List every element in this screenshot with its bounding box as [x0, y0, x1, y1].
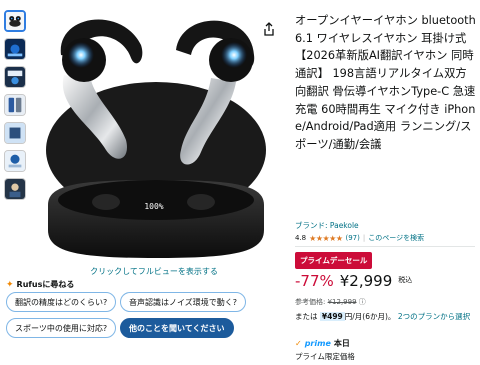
review-count-link[interactable]: (97) [346, 234, 360, 242]
share-icon[interactable] [263, 22, 275, 36]
discount-percent: -77% [295, 272, 334, 290]
prime-logo: prime [304, 339, 331, 348]
installment-info: または ¥499 円/月(6か月)。 2つのプランから選択 [295, 311, 477, 323]
delivery-day: 本日 [333, 339, 350, 348]
rufus-chip-accuracy[interactable]: 翻訳の精度はどのくらい? [6, 292, 117, 312]
ref-price-label: 参考価格: [295, 298, 326, 306]
installment-text: 円/月(6か月)。 [344, 312, 396, 321]
brand-link[interactable]: ブランド: Paekole [295, 220, 359, 231]
thumbnail-7[interactable] [4, 178, 26, 200]
thumbnail-2[interactable] [4, 38, 26, 60]
check-icon: ✓ [295, 339, 302, 348]
thumbnail-3[interactable] [4, 66, 26, 88]
thumbnail-strip [4, 10, 30, 206]
deal-badge: プライムデーセール [295, 252, 373, 269]
price-amount: ¥2,999 [339, 272, 393, 290]
thumbnail-4[interactable] [4, 94, 26, 116]
installment-prefix: または [295, 312, 318, 321]
tax-label: 税込 [398, 276, 413, 284]
rating-row: 4.8 ★★★★★ (97) | このページを検索 [295, 233, 424, 243]
rufus-header: ✦ Rufusに尋ねる [6, 279, 74, 290]
prime-delivery: ✓ prime 本日 [295, 338, 350, 349]
fullview-caption[interactable]: クリックしてフルビューを表示する [36, 266, 272, 277]
sparkle-icon: ✦ [6, 279, 14, 290]
rufus-chip-sports[interactable]: スポーツ中の使用に対応? [6, 318, 117, 338]
product-image[interactable]: 100% [36, 0, 272, 260]
product-title: オープンイヤーイヤホン bluetooth 6.1 ワイヤレスイヤホン 耳掛け式… [295, 14, 476, 151]
info-icon[interactable]: ⓘ [359, 298, 366, 306]
rufus-chip-noise[interactable]: 音声認識はノイズ環境で動く? [120, 292, 247, 312]
reference-price: 参考価格: ¥12,999 ⓘ [295, 297, 366, 307]
search-page-link[interactable]: このページを検索 [368, 233, 424, 243]
rufus-ask-other-button[interactable]: 他のことを聞いてください [120, 318, 234, 338]
case-battery-display: 100% [144, 202, 163, 211]
divider: | [362, 234, 366, 242]
prime-price-note: プライム限定価格 [295, 352, 355, 361]
thumbnail-1[interactable] [4, 10, 26, 32]
installment-amount: ¥499 [319, 312, 345, 321]
ref-price-value: ¥12,999 [327, 298, 357, 306]
rating-value: 4.8 [295, 234, 307, 242]
thumbnail-6[interactable] [4, 150, 26, 172]
thumbnail-5[interactable] [4, 122, 26, 144]
divider-line [295, 246, 475, 247]
star-rating-icon[interactable]: ★★★★★ [309, 234, 343, 243]
rufus-title: Rufusに尋ねる [16, 280, 75, 289]
installment-plans-link[interactable]: 2つのプランから選択 [398, 312, 470, 321]
price-row: -77% ¥2,999 税込 [295, 272, 412, 290]
